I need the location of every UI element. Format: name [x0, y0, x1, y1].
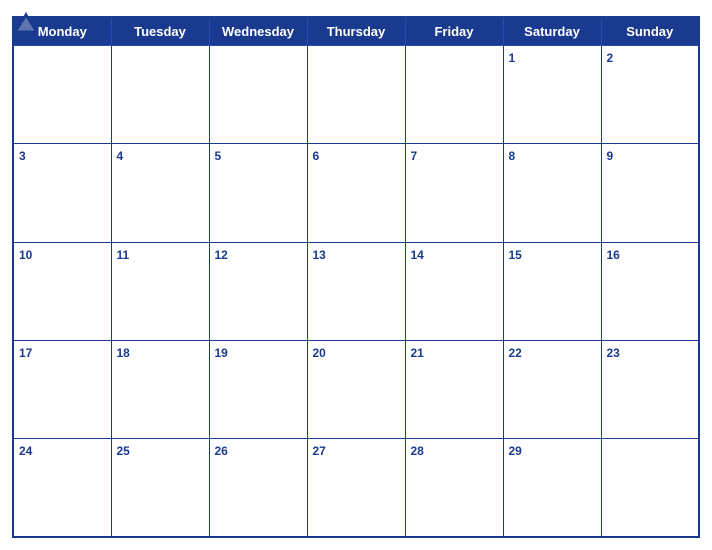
- calendar-cell: 24: [13, 439, 111, 537]
- day-number: 14: [411, 248, 424, 262]
- calendar-cell: 9: [601, 144, 699, 242]
- calendar-grid: MondayTuesdayWednesdayThursdayFridaySatu…: [12, 16, 700, 538]
- calendar-cell: 1: [503, 46, 601, 144]
- day-number: 8: [509, 149, 516, 163]
- calendar-cell: 19: [209, 340, 307, 438]
- calendar-cell: 12: [209, 242, 307, 340]
- day-number: 5: [215, 149, 222, 163]
- calendar-cell: 26: [209, 439, 307, 537]
- day-number: 19: [215, 346, 228, 360]
- weekday-wednesday: Wednesday: [209, 17, 307, 46]
- calendar-cell: 10: [13, 242, 111, 340]
- calendar-cell: [405, 46, 503, 144]
- calendar-cell: [209, 46, 307, 144]
- day-number: 23: [607, 346, 620, 360]
- calendar-cell: 6: [307, 144, 405, 242]
- week-row-2: 3 4 5 6 7 8 9: [13, 144, 699, 242]
- day-number: 21: [411, 346, 424, 360]
- calendar-cell: 7: [405, 144, 503, 242]
- calendar-cell: 2: [601, 46, 699, 144]
- day-number: 2: [607, 51, 614, 65]
- week-row-5: 24 25 26 27 28 29: [13, 439, 699, 537]
- calendar: MondayTuesdayWednesdayThursdayFridaySatu…: [0, 0, 712, 550]
- calendar-cell: 25: [111, 439, 209, 537]
- calendar-cell: 14: [405, 242, 503, 340]
- day-number: 9: [607, 149, 614, 163]
- calendar-cell: 11: [111, 242, 209, 340]
- calendar-cell: 17: [13, 340, 111, 438]
- logo: [12, 10, 42, 38]
- calendar-cell: 3: [13, 144, 111, 242]
- day-number: 25: [117, 444, 130, 458]
- calendar-cell: [601, 439, 699, 537]
- calendar-cell: 20: [307, 340, 405, 438]
- day-number: 3: [19, 149, 26, 163]
- day-number: 13: [313, 248, 326, 262]
- day-number: 10: [19, 248, 32, 262]
- weekday-thursday: Thursday: [307, 17, 405, 46]
- day-number: 7: [411, 149, 418, 163]
- weekday-header-row: MondayTuesdayWednesdayThursdayFridaySatu…: [13, 17, 699, 46]
- day-number: 29: [509, 444, 522, 458]
- calendar-cell: 15: [503, 242, 601, 340]
- calendar-cell: 21: [405, 340, 503, 438]
- calendar-cell: 5: [209, 144, 307, 242]
- calendar-cell: 13: [307, 242, 405, 340]
- calendar-cell: 29: [503, 439, 601, 537]
- calendar-cell: 22: [503, 340, 601, 438]
- day-number: 17: [19, 346, 32, 360]
- calendar-cell: 4: [111, 144, 209, 242]
- day-number: 20: [313, 346, 326, 360]
- day-number: 26: [215, 444, 228, 458]
- day-number: 16: [607, 248, 620, 262]
- weekday-sunday: Sunday: [601, 17, 699, 46]
- day-number: 28: [411, 444, 424, 458]
- day-number: 22: [509, 346, 522, 360]
- day-number: 4: [117, 149, 124, 163]
- day-number: 15: [509, 248, 522, 262]
- day-number: 27: [313, 444, 326, 458]
- day-number: 18: [117, 346, 130, 360]
- calendar-cell: 16: [601, 242, 699, 340]
- week-row-3: 10 11 12 13 14 15 16: [13, 242, 699, 340]
- calendar-cell: [111, 46, 209, 144]
- weekday-tuesday: Tuesday: [111, 17, 209, 46]
- calendar-cell: 23: [601, 340, 699, 438]
- day-number: 6: [313, 149, 320, 163]
- day-number: 1: [509, 51, 516, 65]
- calendar-cell: [307, 46, 405, 144]
- calendar-cell: 8: [503, 144, 601, 242]
- weekday-friday: Friday: [405, 17, 503, 46]
- day-number: 12: [215, 248, 228, 262]
- calendar-cell: 18: [111, 340, 209, 438]
- week-row-4: 17 18 19 20 21 22 23: [13, 340, 699, 438]
- week-row-1: 12: [13, 46, 699, 144]
- calendar-cell: 28: [405, 439, 503, 537]
- weekday-saturday: Saturday: [503, 17, 601, 46]
- calendar-cell: [13, 46, 111, 144]
- day-number: 24: [19, 444, 32, 458]
- generalblue-logo-icon: [12, 10, 40, 38]
- day-number: 11: [117, 248, 130, 262]
- calendar-cell: 27: [307, 439, 405, 537]
